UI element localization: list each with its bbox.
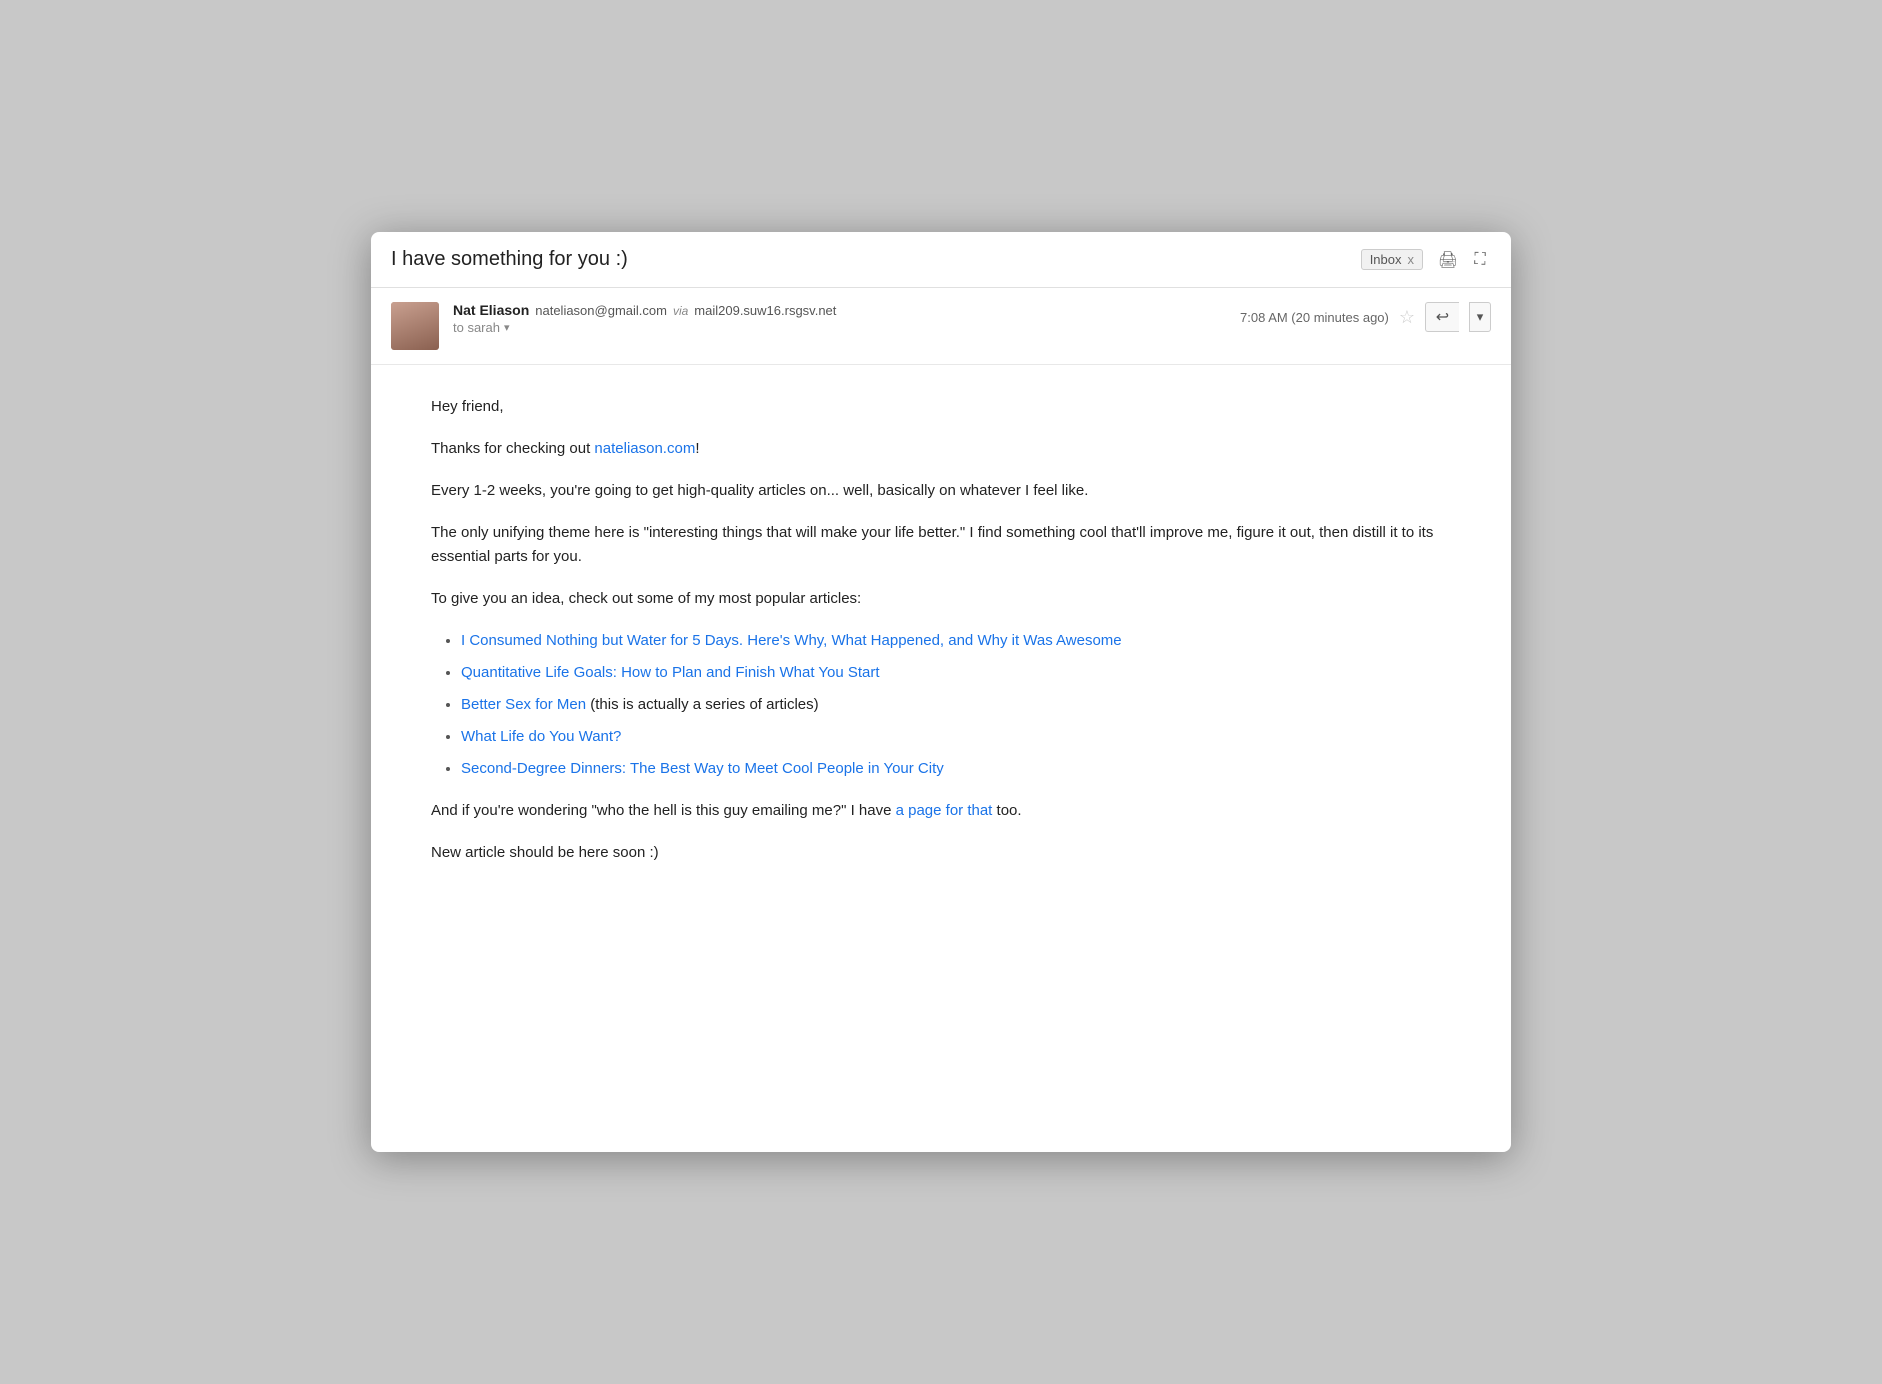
- nateliason-link[interactable]: nateliason.com: [594, 440, 695, 457]
- via-text: via: [673, 304, 688, 318]
- title-actions: 🖨 ⛶: [1437, 249, 1491, 271]
- article-link-3[interactable]: Better Sex for Men: [461, 696, 586, 713]
- paragraph-1: Thanks for checking out nateliason.com!: [431, 437, 1451, 461]
- para5-prefix: And if you're wondering "who the hell is…: [431, 802, 896, 819]
- sender-email: nateliason@gmail.com: [535, 303, 667, 318]
- paragraph-2: Every 1-2 weeks, you're going to get hig…: [431, 479, 1451, 503]
- para5-suffix: too.: [992, 802, 1021, 819]
- title-bar: I have something for you :) Inbox x 🖨 ⛶: [371, 232, 1511, 288]
- to-label: to sarah: [453, 320, 500, 335]
- inbox-label: Inbox: [1370, 252, 1402, 267]
- via-domain: mail209.suw16.rsgsv.net: [694, 303, 836, 318]
- paragraph-5: And if you're wondering "who the hell is…: [431, 799, 1451, 823]
- para1-prefix: Thanks for checking out: [431, 440, 594, 457]
- sender-name: Nat Eliason: [453, 302, 529, 318]
- timestamp: 7:08 AM (20 minutes ago): [1240, 310, 1389, 325]
- email-body: Hey friend, Thanks for checking out nate…: [371, 365, 1511, 913]
- inbox-close-button[interactable]: x: [1408, 252, 1415, 267]
- article-link-5[interactable]: Second-Degree Dinners: The Best Way to M…: [461, 760, 944, 777]
- expand-icon[interactable]: ⛶: [1469, 249, 1491, 271]
- about-page-link[interactable]: a page for that: [896, 802, 993, 819]
- paragraph-4: To give you an idea, check out some of m…: [431, 587, 1451, 611]
- greeting: Hey friend,: [431, 395, 1451, 419]
- list-item: Quantitative Life Goals: How to Plan and…: [461, 661, 1451, 685]
- para1-suffix: !: [695, 440, 699, 457]
- email-window: I have something for you :) Inbox x 🖨 ⛶ …: [371, 232, 1511, 1152]
- sender-name-row: Nat Eliason nateliason@gmail.com via mai…: [453, 302, 1226, 318]
- reply-button[interactable]: ↩: [1425, 302, 1459, 332]
- article-link-2[interactable]: Quantitative Life Goals: How to Plan and…: [461, 664, 880, 681]
- list-item: What Life do You Want?: [461, 725, 1451, 749]
- avatar-image: [391, 302, 439, 350]
- paragraph-6: New article should be here soon :): [431, 841, 1451, 865]
- list-item: I Consumed Nothing but Water for 5 Days.…: [461, 629, 1451, 653]
- articles-list: I Consumed Nothing but Water for 5 Days.…: [461, 629, 1451, 781]
- sender-meta: 7:08 AM (20 minutes ago) ☆ ↩ ▾: [1240, 302, 1491, 332]
- sender-info: Nat Eliason nateliason@gmail.com via mai…: [453, 302, 1226, 335]
- paragraph-3: The only unifying theme here is "interes…: [431, 521, 1451, 569]
- sender-bar: Nat Eliason nateliason@gmail.com via mai…: [371, 288, 1511, 365]
- to-dropdown-icon[interactable]: ▾: [504, 321, 510, 334]
- list-item: Better Sex for Men (this is actually a s…: [461, 693, 1451, 717]
- more-actions-button[interactable]: ▾: [1469, 302, 1491, 332]
- star-icon[interactable]: ☆: [1399, 307, 1415, 328]
- list-item: Second-Degree Dinners: The Best Way to M…: [461, 757, 1451, 781]
- article-link-1[interactable]: I Consumed Nothing but Water for 5 Days.…: [461, 632, 1122, 649]
- to-row: to sarah ▾: [453, 320, 1226, 335]
- inbox-badge[interactable]: Inbox x: [1361, 249, 1423, 270]
- print-icon[interactable]: 🖨: [1437, 249, 1459, 271]
- article-link-4[interactable]: What Life do You Want?: [461, 728, 621, 745]
- article-3-suffix: (this is actually a series of articles): [586, 696, 819, 713]
- avatar: [391, 302, 439, 350]
- email-subject: I have something for you :): [391, 248, 1347, 271]
